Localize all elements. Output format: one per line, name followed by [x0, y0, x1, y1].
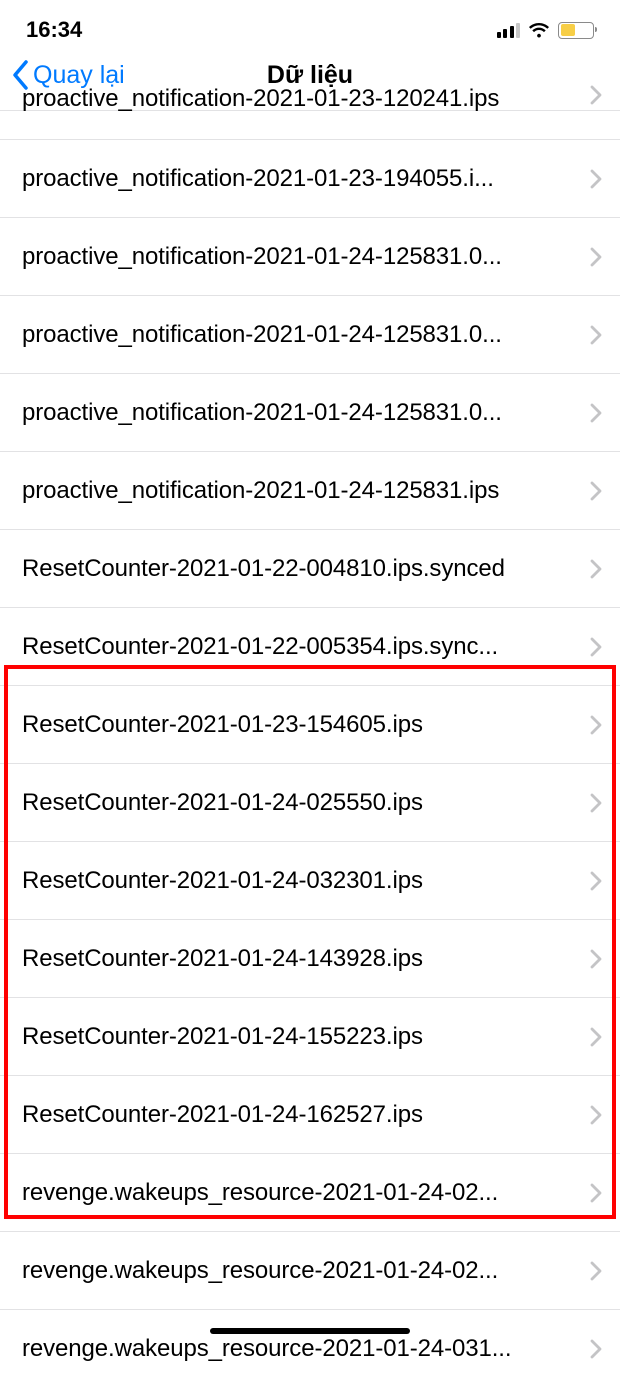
list-item-label: ResetCounter-2021-01-24-032301.ips: [22, 867, 423, 895]
list-item[interactable]: revenge.wakeups_resource-2021-01-24-031.…: [0, 1310, 620, 1388]
list-item-label: proactive_notification-2021-01-23-194055…: [22, 165, 494, 193]
status-time: 16:34: [26, 17, 82, 43]
chevron-left-icon: [12, 60, 29, 90]
chevron-right-icon: [590, 1261, 602, 1281]
chevron-right-icon: [590, 1027, 602, 1047]
battery-icon: [558, 22, 594, 39]
list-item[interactable]: ResetCounter-2021-01-24-143928.ips: [0, 920, 620, 998]
list-item-label: revenge.wakeups_resource-2021-01-24-02..…: [22, 1179, 498, 1207]
home-indicator[interactable]: [210, 1328, 410, 1334]
chevron-right-icon: [590, 1183, 602, 1203]
chevron-right-icon: [590, 247, 602, 267]
wifi-icon: [527, 20, 551, 40]
list-item[interactable]: ResetCounter-2021-01-23-154605.ips: [0, 686, 620, 764]
list-item-label: revenge.wakeups_resource-2021-01-24-02..…: [22, 1257, 498, 1285]
status-icons: [497, 20, 595, 40]
list-item-label: ResetCounter-2021-01-24-143928.ips: [22, 945, 423, 973]
chevron-right-icon: [590, 85, 602, 105]
list-item[interactable]: proactive_notification-2021-01-23-194055…: [0, 140, 620, 218]
list-item-label: ResetCounter-2021-01-24-025550.ips: [22, 789, 423, 817]
chevron-right-icon: [590, 403, 602, 423]
list-item[interactable]: revenge.wakeups_resource-2021-01-24-02..…: [0, 1232, 620, 1310]
chevron-right-icon: [590, 793, 602, 813]
back-button[interactable]: Quay lại: [12, 60, 125, 90]
list-item-label: proactive_notification-2021-01-24-125831…: [22, 399, 502, 427]
list-item[interactable]: proactive_notification-2021-01-24-125831…: [0, 218, 620, 296]
list-item[interactable]: proactive_notification-2021-01-24-125831…: [0, 296, 620, 374]
list-item[interactable]: proactive_notification-2021-01-24-125831…: [0, 374, 620, 452]
chevron-right-icon: [590, 169, 602, 189]
list-item[interactable]: ResetCounter-2021-01-22-004810.ips.synce…: [0, 530, 620, 608]
list-item-label: ResetCounter-2021-01-23-154605.ips: [22, 711, 423, 739]
list-item[interactable]: ResetCounter-2021-01-24-025550.ips: [0, 764, 620, 842]
list-item-label: ResetCounter-2021-01-24-155223.ips: [22, 1023, 423, 1051]
chevron-right-icon: [590, 481, 602, 501]
list-item[interactable]: ResetCounter-2021-01-22-005354.ips.sync.…: [0, 608, 620, 686]
list-item[interactable]: revenge.wakeups_resource-2021-01-24-02..…: [0, 1154, 620, 1232]
chevron-right-icon: [590, 871, 602, 891]
cellular-signal-icon: [497, 22, 521, 38]
list-item[interactable]: proactive_notification-2021-01-24-125831…: [0, 452, 620, 530]
chevron-right-icon: [590, 637, 602, 657]
chevron-right-icon: [590, 715, 602, 735]
list-item-label: proactive_notification-2021-01-24-125831…: [22, 321, 502, 349]
chevron-right-icon: [590, 1339, 602, 1359]
status-bar: 16:34: [0, 0, 620, 54]
chevron-right-icon: [590, 325, 602, 345]
list-item[interactable]: proactive_notification-2021-01-23-120241…: [0, 110, 620, 140]
list: proactive_notification-2021-01-23-120241…: [0, 110, 620, 1388]
list-item[interactable]: ResetCounter-2021-01-24-162527.ips: [0, 1076, 620, 1154]
chevron-right-icon: [590, 949, 602, 969]
list-item-label: proactive_notification-2021-01-24-125831…: [22, 477, 499, 505]
chevron-right-icon: [590, 1105, 602, 1125]
list-item[interactable]: ResetCounter-2021-01-24-155223.ips: [0, 998, 620, 1076]
list-item-label: ResetCounter-2021-01-24-162527.ips: [22, 1101, 423, 1129]
list-item-label: ResetCounter-2021-01-22-005354.ips.sync.…: [22, 633, 498, 661]
list-item-label: revenge.wakeups_resource-2021-01-24-031.…: [22, 1335, 511, 1363]
list-item[interactable]: ResetCounter-2021-01-24-032301.ips: [0, 842, 620, 920]
chevron-right-icon: [590, 559, 602, 579]
list-item-label: proactive_notification-2021-01-24-125831…: [22, 243, 502, 271]
back-label: Quay lại: [33, 61, 125, 90]
list-item-label: ResetCounter-2021-01-22-004810.ips.synce…: [22, 555, 505, 583]
